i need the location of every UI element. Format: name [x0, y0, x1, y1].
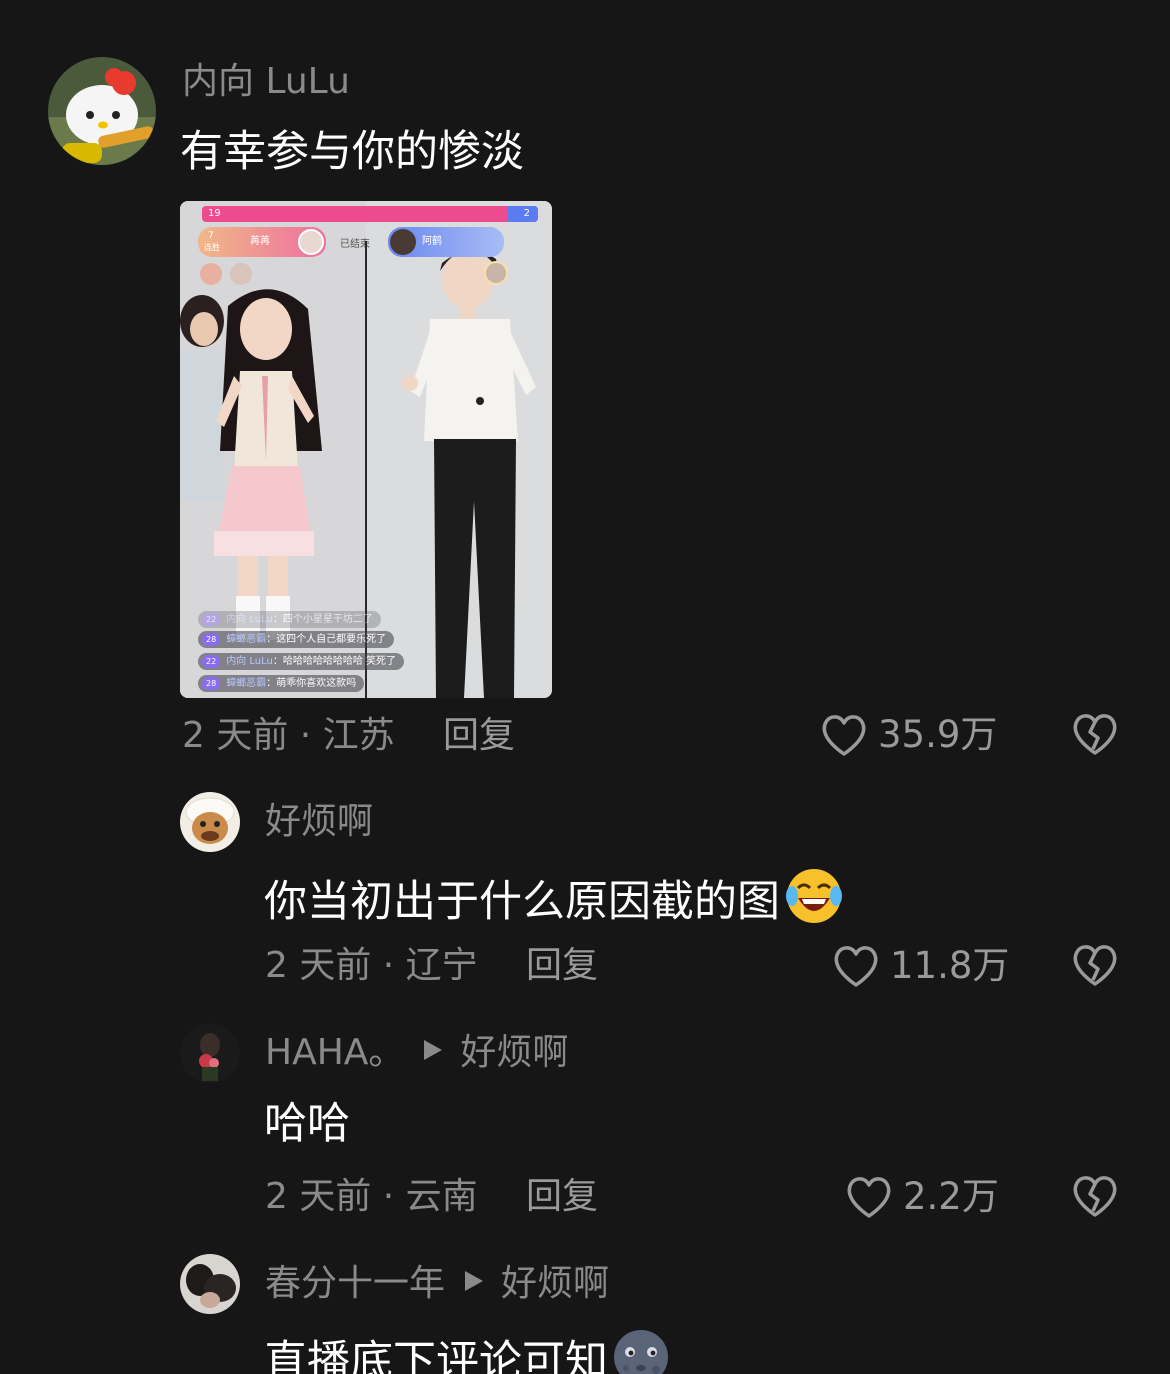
heart-icon [834, 946, 878, 987]
reply-button[interactable]: 回复 [526, 1175, 598, 1219]
comment-image[interactable]: 19 2 7 连胜 苒苒 已结束 阿鹤 22 内向 LuLu：四个小星星干坊二了 … [180, 201, 552, 698]
heart-icon [822, 715, 866, 756]
reply-button[interactable]: 回复 [526, 944, 598, 988]
broken-heart-icon [1073, 1176, 1117, 1217]
heart-icon [847, 1177, 891, 1218]
like-count: 11.8万 [890, 944, 1010, 987]
chat-message: 28 蟑螂恶霸：这四个人自己都要乐死了 [198, 631, 395, 648]
left-host-pill: 7 连胜 苒苒 [198, 227, 326, 257]
dislike-button[interactable] [1071, 712, 1119, 760]
avatar[interactable] [180, 1023, 240, 1083]
pk-divider [365, 241, 367, 698]
comment-username[interactable]: 春分十一年 好烦啊 [265, 1262, 609, 1306]
guest-avatar [484, 261, 508, 285]
dislike-button[interactable] [1071, 943, 1119, 991]
dislike-button[interactable] [1071, 1174, 1119, 1222]
right-host-pill: 阿鹤 [388, 227, 504, 257]
left-host-avatar [298, 229, 324, 255]
viewer-avatar [230, 263, 252, 285]
reply-to-username[interactable]: 好烦啊 [501, 1263, 609, 1304]
comment-meta: 2 天前 · 云南 [265, 1176, 478, 1217]
comment-username[interactable]: 内向 LuLu [182, 60, 350, 104]
reply-arrow-icon [465, 1271, 484, 1291]
broken-heart-icon [1073, 714, 1117, 755]
comment-username[interactable]: 好烦啊 [265, 800, 373, 844]
like-count: 2.2万 [903, 1175, 999, 1218]
comment-meta: 2 天前 · 辽宁 [265, 945, 478, 986]
comment-text: 你当初出于什么原因截的图 [264, 866, 844, 938]
comment-meta: 2 天前 · 江苏 [182, 715, 395, 756]
like-count: 35.9万 [878, 713, 998, 756]
comment-text: 直播底下评论可知 [264, 1328, 670, 1374]
pk-score-bar: 19 2 [202, 206, 538, 222]
reply-button[interactable]: 回复 [443, 714, 515, 758]
like-button[interactable]: 11.8万 [832, 944, 1009, 988]
chat-message: 22 内向 LuLu：四个小星星干坊二了 [198, 611, 381, 628]
avatar[interactable] [48, 57, 156, 165]
reply-to-username[interactable]: 好烦啊 [460, 1032, 568, 1073]
reply-arrow-icon [424, 1040, 443, 1060]
chat-message: 28 蟑螂恶霸：萌乖你喜欢这款吗 [198, 675, 365, 692]
chat-message: 22 内向 LuLu：哈哈哈哈哈哈哈哈 笑死了 [198, 653, 405, 670]
viewer-avatar [200, 263, 222, 285]
left-score: 19 [208, 208, 221, 219]
avatar[interactable] [180, 1254, 240, 1314]
left-host-name: 苒苒 [250, 236, 270, 247]
like-button[interactable]: 2.2万 [845, 1175, 999, 1219]
rolling-laughing-emoji [784, 866, 844, 938]
like-button[interactable]: 35.9万 [820, 713, 997, 757]
left-streak-label: 连胜 [204, 243, 220, 252]
comment-username[interactable]: HAHA。 好烦啊 [265, 1031, 568, 1075]
avatar[interactable] [180, 792, 240, 852]
broken-heart-icon [1073, 945, 1117, 986]
right-score: 2 [523, 208, 530, 219]
right-host-name: 阿鹤 [422, 236, 442, 247]
comment-text: 哈哈 [264, 1099, 350, 1149]
new-moon-face-emoji [612, 1328, 670, 1374]
comment-text: 有幸参与你的惨淡 [180, 127, 524, 177]
right-host-avatar [390, 229, 416, 255]
